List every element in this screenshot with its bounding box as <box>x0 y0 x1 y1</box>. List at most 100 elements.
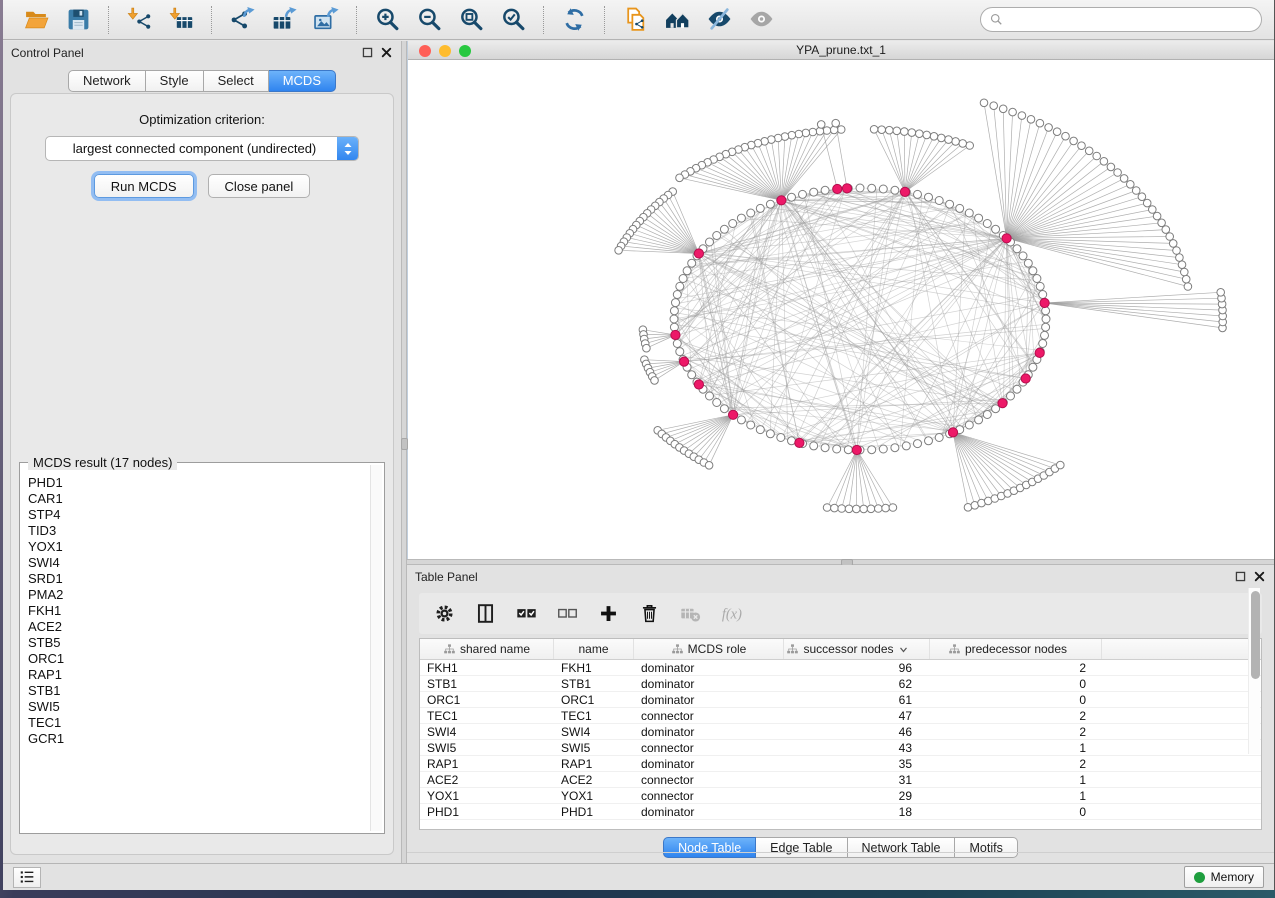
mcds-result-item[interactable]: STB5 <box>23 635 368 651</box>
column-header-MCDS-role[interactable]: MCDS role <box>634 639 784 659</box>
mcds-result-item[interactable]: STB1 <box>23 683 368 699</box>
criterion-select[interactable]: largest connected component (undirected) <box>45 136 359 161</box>
delete-column-icon[interactable] <box>638 603 660 625</box>
control-panel-title: Control Panel <box>11 46 84 60</box>
memory-button[interactable]: Memory <box>1184 866 1264 888</box>
first-neighbors-icon[interactable] <box>663 6 691 34</box>
mcds-result-item[interactable]: PHD1 <box>23 475 368 491</box>
table-scrollbar[interactable] <box>1248 588 1260 754</box>
search-box[interactable] <box>980 7 1262 32</box>
table-cell: 0 <box>930 805 1102 819</box>
export-image-icon[interactable] <box>312 6 340 34</box>
zoom-in-icon[interactable] <box>373 6 401 34</box>
import-table-icon[interactable] <box>167 6 195 34</box>
hide-selected-icon[interactable] <box>705 6 733 34</box>
zoom-out-icon[interactable] <box>415 6 443 34</box>
table-cell: 0 <box>930 693 1102 707</box>
column-header-shared-name[interactable]: shared name <box>420 639 554 659</box>
column-header-predecessor-nodes[interactable]: predecessor nodes <box>930 639 1102 659</box>
table-row[interactable]: SWI4SWI4dominator462 <box>420 724 1261 740</box>
table-cell: 96 <box>784 661 930 675</box>
mcds-result-item[interactable]: FKH1 <box>23 603 368 619</box>
table-row[interactable]: ORC1ORC1dominator610 <box>420 692 1261 708</box>
table-cell: 0 <box>930 677 1102 691</box>
window-minimize-icon[interactable] <box>439 45 451 57</box>
table-cell: dominator <box>634 693 784 707</box>
refresh-layout-icon[interactable] <box>560 6 588 34</box>
save-session-icon[interactable] <box>64 6 92 34</box>
mcds-result-scrollbar[interactable] <box>370 465 382 831</box>
table-cell: dominator <box>634 677 784 691</box>
search-icon <box>989 12 1004 27</box>
window-close-icon[interactable] <box>419 45 431 57</box>
network-graph[interactable] <box>408 60 1274 557</box>
vertical-splitter-grip[interactable] <box>401 438 408 450</box>
mcds-result-item[interactable]: SWI5 <box>23 699 368 715</box>
zoom-selected-icon[interactable] <box>499 6 527 34</box>
panel-menu-button[interactable] <box>13 867 41 888</box>
tab-network[interactable]: Network <box>68 70 146 92</box>
table-scrollbar-thumb[interactable] <box>1251 591 1260 679</box>
tab-mcds[interactable]: MCDS <box>269 70 336 92</box>
mcds-result-item[interactable]: STP4 <box>23 507 368 523</box>
float-panel-icon[interactable] <box>361 46 374 59</box>
mcds-result-item[interactable]: YOX1 <box>23 539 368 555</box>
network-canvas[interactable] <box>408 60 1274 559</box>
close-panel-icon[interactable] <box>380 46 393 59</box>
zoom-fit-icon[interactable] <box>457 6 485 34</box>
select-all-icon[interactable] <box>515 603 537 625</box>
clone-network-icon[interactable] <box>621 6 649 34</box>
mcds-result-item[interactable]: TEC1 <box>23 715 368 731</box>
add-column-icon[interactable] <box>597 603 619 625</box>
search-input[interactable] <box>1009 13 1253 27</box>
network-window: YPA_prune.txt_1 <box>407 41 1274 559</box>
mcds-result-item[interactable]: TID3 <box>23 523 368 539</box>
table-cell: RAP1 <box>420 757 554 771</box>
table-cell: 47 <box>784 709 930 723</box>
mcds-result-item[interactable]: GCR1 <box>23 731 368 747</box>
export-network-icon[interactable] <box>228 6 256 34</box>
float-panel-icon[interactable] <box>1234 570 1247 583</box>
svg-text:f(x): f(x) <box>721 606 741 622</box>
memory-status-icon <box>1194 872 1205 883</box>
close-panel-icon[interactable] <box>1253 570 1266 583</box>
open-file-icon[interactable] <box>22 6 50 34</box>
table-cell: connector <box>634 789 784 803</box>
table-row[interactable]: TEC1TEC1connector472 <box>420 708 1261 724</box>
export-table-icon[interactable] <box>270 6 298 34</box>
table-cell: dominator <box>634 725 784 739</box>
mcds-result-list: PHD1CAR1STP4TID3YOX1SWI4SRD1PMA2FKH1ACE2… <box>23 466 368 830</box>
tab-select[interactable]: Select <box>204 70 269 92</box>
mcds-result-item[interactable]: PMA2 <box>23 587 368 603</box>
column-header-label: MCDS role <box>688 642 747 656</box>
mcds-result-item[interactable]: RAP1 <box>23 667 368 683</box>
import-network-icon[interactable] <box>125 6 153 34</box>
run-mcds-button[interactable]: Run MCDS <box>94 174 194 198</box>
table-row[interactable]: YOX1YOX1connector291 <box>420 788 1261 804</box>
column-header-name[interactable]: name <box>554 639 634 659</box>
table-panel-footer <box>407 852 1274 863</box>
table-row[interactable]: STB1STB1dominator620 <box>420 676 1261 692</box>
tab-style[interactable]: Style <box>146 70 204 92</box>
close-panel-button[interactable]: Close panel <box>208 174 311 198</box>
mcds-result-item[interactable]: CAR1 <box>23 491 368 507</box>
table-settings-icon[interactable] <box>433 603 455 625</box>
table-cell: connector <box>634 773 784 787</box>
table-row[interactable]: FKH1FKH1dominator962 <box>420 660 1261 676</box>
column-header-successor-nodes[interactable]: successor nodes <box>784 639 930 659</box>
select-stepper-icon <box>337 136 358 161</box>
window-zoom-icon[interactable] <box>459 45 471 57</box>
table-cell: FKH1 <box>420 661 554 675</box>
table-row[interactable]: ACE2ACE2connector311 <box>420 772 1261 788</box>
mcds-result-item[interactable]: ACE2 <box>23 619 368 635</box>
column-view-icon[interactable] <box>474 603 496 625</box>
table-cell: TEC1 <box>420 709 554 723</box>
deselect-all-icon[interactable] <box>556 603 578 625</box>
table-row[interactable]: RAP1RAP1dominator352 <box>420 756 1261 772</box>
table-row[interactable]: SWI5SWI5connector431 <box>420 740 1261 756</box>
mcds-result-item[interactable]: SRD1 <box>23 571 368 587</box>
table-row[interactable]: PHD1PHD1dominator180 <box>420 804 1261 820</box>
table-cell: dominator <box>634 757 784 771</box>
mcds-result-item[interactable]: ORC1 <box>23 651 368 667</box>
mcds-result-item[interactable]: SWI4 <box>23 555 368 571</box>
